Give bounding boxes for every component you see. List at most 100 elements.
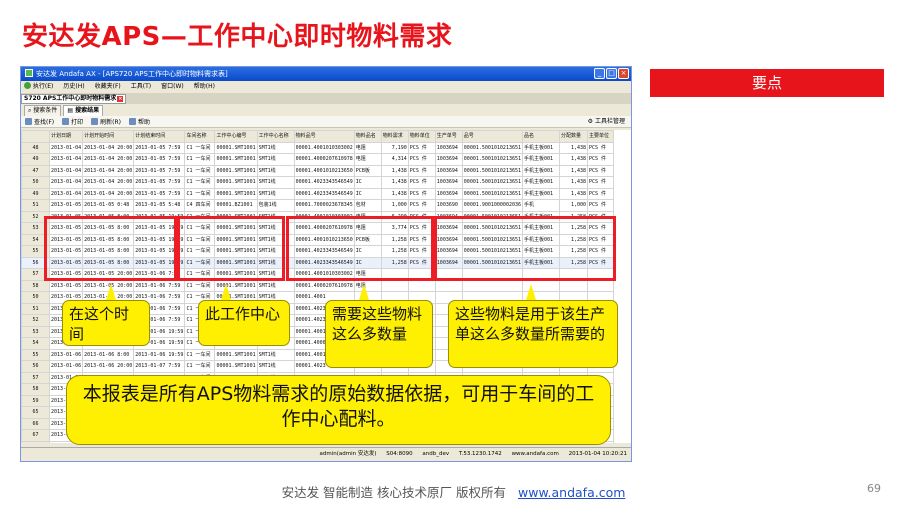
run-icon bbox=[24, 82, 31, 89]
table-cell: 2013-01-04 bbox=[48, 153, 84, 166]
document-tab[interactable]: S720 APS工作中心即时物料需求 × bbox=[21, 94, 127, 104]
table-cell: C1 一车间 bbox=[184, 279, 216, 292]
callout-pointer-time bbox=[106, 284, 116, 300]
column-header[interactable]: 物料单位 bbox=[407, 130, 436, 143]
row-number: 58 bbox=[21, 383, 50, 396]
table-cell: SMT1线 bbox=[256, 141, 295, 154]
table-cell: 2013-01-06 8:00 bbox=[82, 348, 135, 361]
menu-window[interactable]: 窗口(W) bbox=[161, 81, 184, 93]
close-button[interactable]: × bbox=[618, 68, 629, 79]
help-button[interactable]: 帮助 bbox=[129, 117, 150, 126]
table-cell: 00001.4001010213650 bbox=[293, 164, 355, 177]
table-cell: 2013-01-05 bbox=[48, 279, 84, 292]
table-cell: 2013-01-05 7:59 bbox=[133, 164, 186, 177]
table-cell: 2013-01-04 bbox=[48, 164, 84, 177]
table-cell: 00001.SMT1001 bbox=[214, 164, 258, 177]
column-header[interactable]: 车间名称 bbox=[184, 130, 216, 143]
menu-tools[interactable]: 工具(T) bbox=[131, 81, 151, 93]
table-cell: 00001.9001000002036 bbox=[461, 199, 524, 212]
table-cell: 1,438 bbox=[559, 153, 588, 166]
status-database: andb_dev bbox=[422, 451, 450, 457]
table-cell: 4,314 bbox=[380, 153, 409, 166]
table-cell: 1,438 bbox=[380, 187, 409, 200]
table-cell: SMT1线 bbox=[256, 360, 295, 373]
footer-website-link[interactable]: www.andafa.com bbox=[518, 485, 625, 500]
highlight-material-demand bbox=[286, 216, 434, 281]
table-row[interactable]: 48 2013-01-04 2013-01-04 20:00 2013-01-05 7… bbox=[21, 141, 614, 154]
table-row[interactable]: 49 2013-01-04 2013-01-04 20:00 2013-01-05 7… bbox=[21, 187, 614, 200]
close-tab-icon[interactable]: × bbox=[117, 96, 124, 102]
column-header[interactable]: 计划开始时间 bbox=[82, 130, 135, 143]
table-cell: 00001.4000207610978 bbox=[293, 279, 355, 292]
table-cell: 2013-01-05 7:59 bbox=[133, 141, 186, 154]
table-cell: 2013-01-06 7:59 bbox=[133, 279, 186, 292]
callout-pointer-work-center bbox=[221, 284, 231, 300]
sub-tab-bar: ⌕ 搜索条件 ▤ 搜索结果 bbox=[21, 104, 631, 116]
table-cell bbox=[407, 279, 436, 292]
table-cell: 00001.SMT1001 bbox=[214, 153, 258, 166]
column-header[interactable]: 工作中心编号 bbox=[214, 130, 258, 143]
print-button[interactable]: 打印 bbox=[62, 117, 83, 126]
menu-execute[interactable]: 执行(E) bbox=[24, 81, 53, 93]
row-number: 51 bbox=[21, 302, 50, 315]
table-row[interactable]: 49 2013-01-04 2013-01-04 20:00 2013-01-05 7… bbox=[21, 153, 614, 166]
menu-help[interactable]: 帮助(H) bbox=[194, 81, 215, 93]
table-cell: 00001.5001010213651 bbox=[461, 187, 524, 200]
table-cell: 00001.SMT1001 bbox=[214, 360, 258, 373]
gear-icon: ⚙ bbox=[587, 118, 594, 125]
maximize-button[interactable]: □ bbox=[606, 68, 617, 79]
column-header[interactable]: 物料需求 bbox=[380, 130, 409, 143]
table-cell: 手机主板001 bbox=[522, 141, 560, 154]
column-header[interactable] bbox=[21, 130, 50, 143]
table-cell: 电阻 bbox=[353, 153, 382, 166]
table-cell bbox=[587, 279, 614, 292]
table-cell: 00001.SMT1001 bbox=[214, 141, 258, 154]
table-cell: 00001.BZ1001 bbox=[214, 199, 258, 212]
table-cell: 2013-01-05 7:59 bbox=[133, 176, 186, 189]
column-header[interactable]: 物料品号 bbox=[293, 130, 355, 143]
table-cell: IC bbox=[353, 187, 382, 200]
row-number: 49 bbox=[21, 187, 50, 200]
callout-work-center: 此工作中心 bbox=[198, 300, 290, 346]
column-header[interactable]: 工作中心名称 bbox=[256, 130, 295, 143]
row-number: 56 bbox=[21, 360, 50, 373]
tab-search-conditions[interactable]: ⌕ 搜索条件 bbox=[24, 105, 62, 116]
row-number: 57 bbox=[21, 371, 50, 384]
column-header[interactable]: 分配数量 bbox=[559, 130, 588, 143]
column-header[interactable]: 主要单位 bbox=[587, 130, 614, 143]
table-cell: 2013-01-06 bbox=[48, 360, 84, 373]
table-cell: PCS 件 bbox=[587, 141, 614, 154]
table-cell: SMT1线 bbox=[256, 164, 295, 177]
column-header[interactable]: 品号 bbox=[461, 130, 524, 143]
table-row[interactable]: 51 2013-01-05 2013-01-05 0:48 2013-01-05 5:… bbox=[21, 199, 614, 212]
table-cell: 00001.4000207610978 bbox=[293, 153, 355, 166]
tab-search-results[interactable]: ▤ 搜索结果 bbox=[63, 105, 104, 116]
column-header[interactable]: 生产单号 bbox=[434, 130, 463, 143]
column-header[interactable]: 品名 bbox=[522, 130, 560, 143]
table-cell: PCS 件 bbox=[407, 141, 436, 154]
results-icon: ▤ bbox=[67, 107, 73, 114]
row-number: 55 bbox=[21, 348, 50, 361]
table-cell: 00001.5001010213651 bbox=[461, 164, 524, 177]
table-row[interactable]: 47 2013-01-04 2013-01-04 20:00 2013-01-05 7… bbox=[21, 164, 614, 177]
table-row[interactable]: 50 2013-01-04 2013-01-04 20:00 2013-01-05 7… bbox=[21, 176, 614, 189]
slide-footer: 安达发 智能制造 核心技术原厂 版权所有 www.andafa.com bbox=[0, 482, 907, 501]
find-button[interactable]: 查找(F) bbox=[25, 117, 54, 126]
column-header[interactable]: 物料品名 bbox=[353, 130, 382, 143]
table-cell: C1 一车间 bbox=[184, 176, 216, 189]
row-number: 68 bbox=[21, 440, 50, 443]
table-cell: 1003694 bbox=[434, 164, 463, 177]
toolbar-manage-button[interactable]: ⚙ 工具栏管理 bbox=[588, 116, 625, 128]
window-titlebar[interactable]: 安达发 Andafa AX - [APS720 APS工作中心即时物料需求表] … bbox=[21, 67, 631, 81]
table-cell: 2013-01-06 19:59 bbox=[133, 348, 186, 361]
table-cell: PCS 件 bbox=[407, 153, 436, 166]
table-cell: 手机 bbox=[522, 199, 560, 212]
column-header[interactable]: 计划日期 bbox=[48, 130, 84, 143]
column-header[interactable]: 计划结束时间 bbox=[133, 130, 186, 143]
find-icon bbox=[25, 118, 32, 125]
menu-favorites[interactable]: 收藏夹(F) bbox=[95, 81, 121, 93]
table-cell: 电阻 bbox=[353, 141, 382, 154]
menu-history[interactable]: 历史(H) bbox=[63, 81, 84, 93]
minimize-button[interactable]: _ bbox=[594, 68, 605, 79]
refresh-button[interactable]: 刷新(R) bbox=[91, 117, 121, 126]
